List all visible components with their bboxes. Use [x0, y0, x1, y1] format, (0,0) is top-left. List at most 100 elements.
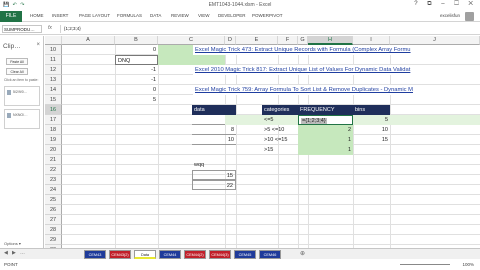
avatar[interactable] — [465, 12, 474, 21]
wqq-value[interactable]: 22 — [192, 180, 236, 190]
user-name[interactable]: excelisfun — [440, 13, 460, 18]
active-cell-editor[interactable]: ={1;2;3;4} — [298, 115, 353, 125]
options-button[interactable]: Options ▾ — [4, 241, 21, 246]
tab-review[interactable]: REVIEW — [171, 13, 189, 18]
row-header-11[interactable]: 11 — [45, 55, 62, 65]
row-header-20[interactable]: 20 — [45, 145, 62, 155]
category-cell[interactable]: >10 <=15 — [262, 135, 298, 145]
document-icon — [7, 90, 11, 95]
col-header-h[interactable]: H — [308, 36, 353, 45]
zoom-slider[interactable] — [400, 264, 450, 265]
row-header-16[interactable]: 16 — [45, 105, 62, 115]
row-header-25[interactable]: 25 — [45, 195, 62, 205]
tab-home[interactable]: HOME — [30, 13, 44, 18]
cell-b12[interactable]: -1 — [115, 65, 158, 75]
col-header-i[interactable]: I — [353, 36, 390, 45]
sheet-tab[interactable]: CEM44 — [159, 250, 181, 259]
col-header-f[interactable]: F — [278, 36, 298, 45]
clear-all-button[interactable]: Clear All — [6, 68, 28, 75]
sheet-nav-more-icon[interactable]: … — [20, 250, 25, 256]
wqq-value[interactable]: 15 — [192, 170, 236, 180]
frequency-header[interactable]: FREQUENCY — [298, 105, 353, 115]
cell-b10[interactable]: 0 — [115, 45, 158, 55]
sheet-tab[interactable]: CEM44(3) — [209, 250, 231, 259]
sheet-nav-next-icon[interactable]: ▶ — [12, 250, 16, 256]
col-header-b[interactable]: B — [115, 36, 158, 45]
row-header-19[interactable]: 19 — [45, 135, 62, 145]
row-header-18[interactable]: 18 — [45, 125, 62, 135]
name-box[interactable]: SUMPRODU… — [2, 25, 42, 33]
hyperlink-1[interactable]: Excel Magic Trick 473: Extract Unique Re… — [193, 45, 480, 55]
bin-value[interactable]: 15 — [353, 135, 390, 145]
col-header-c[interactable]: C — [158, 36, 225, 45]
sheet-tab[interactable]: CEM44(2) — [184, 250, 206, 259]
add-sheet-icon[interactable]: ⊕ — [300, 250, 305, 257]
tab-powerpivot[interactable]: POWERPIVOT — [252, 13, 283, 18]
row-header-17[interactable]: 17 — [45, 115, 62, 125]
tab-view[interactable]: VIEW — [198, 13, 210, 18]
row-header-27[interactable]: 27 — [45, 215, 62, 225]
formula-bar: SUMPRODU… fx {1;2;3;4} — [0, 23, 480, 35]
tab-data[interactable]: DATA — [150, 13, 161, 18]
row-header-29[interactable]: 29 — [45, 235, 62, 245]
data-header[interactable]: data — [192, 105, 236, 115]
close-icon[interactable]: × — [36, 42, 40, 48]
row-header-13[interactable]: 13 — [45, 75, 62, 85]
row-header-14[interactable]: 14 — [45, 85, 62, 95]
sheet-tab[interactable]: CEM43 — [84, 250, 106, 259]
bin-value[interactable]: 5 — [353, 115, 390, 125]
bins-header[interactable]: bins — [353, 105, 390, 115]
tab-page-layout[interactable]: PAGE LAYOUT — [79, 13, 110, 18]
categories-header[interactable]: categories — [262, 105, 298, 115]
row-header-26[interactable]: 26 — [45, 205, 62, 215]
col-header-e[interactable]: E — [236, 36, 278, 45]
category-cell[interactable]: <=5 — [262, 115, 298, 125]
row-header-21[interactable]: 21 — [45, 155, 62, 165]
sheet-tab[interactable]: CEM43(2) — [109, 250, 131, 259]
row-header-15[interactable]: 15 — [45, 95, 62, 105]
row-header-22[interactable]: 22 — [45, 165, 62, 175]
tab-formulas[interactable]: FORMULAS — [117, 13, 142, 18]
fx-icon[interactable]: fx — [48, 25, 52, 31]
worksheet-grid[interactable]: A B C D E F G H I J 0 DNQ -1 -1 0 5 Exce… — [45, 36, 480, 248]
formula-input[interactable]: {1;2;3;4} — [60, 25, 476, 33]
sheet-tab[interactable]: Data — [134, 250, 156, 259]
bin-value[interactable]: 10 — [353, 125, 390, 135]
category-cell[interactable]: >5 <=10 — [262, 125, 298, 135]
zoom-level[interactable]: 100% — [462, 262, 474, 267]
sheet-tab[interactable]: CEM46 — [259, 250, 281, 259]
row-header-10[interactable]: 10 — [45, 45, 62, 55]
tab-developer[interactable]: DEVELOPER — [218, 13, 246, 18]
col-header-d[interactable]: D — [225, 36, 236, 45]
row-header-12[interactable]: 12 — [45, 65, 62, 75]
frequency-value[interactable]: 1 — [298, 135, 353, 145]
row-header-24[interactable]: 24 — [45, 185, 62, 195]
clipboard-item[interactable]: NXNO/… — [4, 109, 40, 129]
row-header-28[interactable]: 28 — [45, 225, 62, 235]
row-header-23[interactable]: 23 — [45, 175, 62, 185]
cell-b13[interactable]: -1 — [115, 75, 158, 85]
sheet-tab[interactable]: CEM45 — [234, 250, 256, 259]
frequency-value[interactable]: 1 — [298, 145, 353, 155]
cell-b15[interactable]: 5 — [115, 95, 158, 105]
col-header-j[interactable]: J — [390, 36, 480, 45]
paste-all-button[interactable]: Paste All — [6, 58, 28, 65]
window-controls[interactable]: ? ⧉ – ☐ ✕ — [414, 1, 477, 8]
data-value[interactable]: 10 — [192, 135, 236, 145]
col-header-g[interactable]: G — [298, 36, 308, 45]
select-all-corner[interactable] — [45, 36, 62, 45]
tab-insert[interactable]: INSERT — [52, 13, 68, 18]
data-value[interactable]: 8 — [192, 125, 236, 135]
col-header-a[interactable]: A — [62, 36, 115, 45]
hyperlink-3[interactable]: Excel Magic Trick 759: Array Formula To … — [193, 85, 480, 95]
document-icon — [7, 113, 11, 118]
frequency-value[interactable]: 2 — [298, 125, 353, 135]
tab-file[interactable]: FILE — [0, 11, 22, 22]
hyperlink-2[interactable]: Excel 2010 Magic Trick 817: Extract Uniq… — [193, 65, 480, 75]
cell-b14[interactable]: 0 — [115, 85, 158, 95]
sheet-nav-prev-icon[interactable]: ◀ — [4, 250, 8, 256]
category-cell[interactable]: >15 — [262, 145, 298, 155]
clipboard-item[interactable]: 5/2/9/0… — [4, 86, 40, 106]
cell-b11[interactable]: DNQ — [115, 55, 158, 65]
wqq-label[interactable]: wqq — [192, 160, 236, 170]
